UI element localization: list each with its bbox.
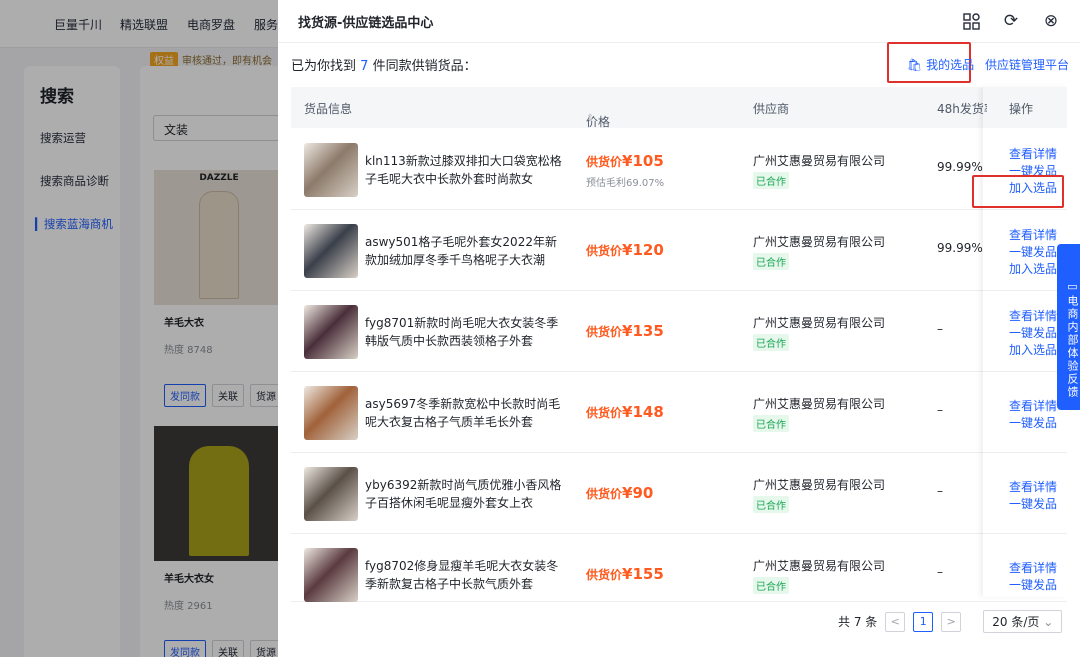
supply-price: 供货价¥135 bbox=[586, 322, 664, 340]
supply-price: 供货价¥90 bbox=[586, 484, 654, 502]
table-row: fyg8701新款时尚毛呢大衣女装冬季韩版气质中长款西装领格子外套 供货价¥13… bbox=[291, 291, 1067, 372]
apps-icon[interactable] bbox=[960, 10, 982, 32]
supply-price: 供货价¥148 bbox=[586, 403, 664, 421]
table-row: asy5697冬季新款宽松中长款时尚毛呢大衣复古格子气质羊毛长外套 供货价¥14… bbox=[291, 372, 1067, 453]
supply-price: 供货价¥155 bbox=[586, 565, 664, 583]
table-row: kln113新款过膝双排扣大口袋宽松格子毛呢大衣中长款外套时尚款女 供货价¥10… bbox=[291, 129, 1067, 210]
product-name[interactable]: fyg8701新款时尚毛呢大衣女装冬季韩版气质中长款西装领格子外套 bbox=[365, 314, 565, 350]
product-name[interactable]: yby6392新款时尚气质优雅小香风格子百搭休闲毛呢显瘦外套女上衣 bbox=[365, 476, 565, 512]
product-thumbnail[interactable] bbox=[304, 305, 358, 359]
table-row: fyg8702修身显瘦羊毛呢大衣女装冬季新款复古格子中长款气质外套 供货价¥15… bbox=[291, 534, 1067, 602]
status-badge: 已合作 bbox=[753, 577, 789, 594]
table-header: 货品信息 价格 ⇕ 供应商 48h发货率 操作 bbox=[291, 87, 1067, 129]
drawer-toolbar: ⟳ ⊗ bbox=[960, 10, 1062, 32]
supplier-name: 广州艾惠曼贸易有限公司 bbox=[753, 316, 886, 330]
page-button[interactable]: 1 bbox=[913, 611, 934, 632]
table-row: aswy501格子毛呢外套女2022年新款加绒加厚冬季千鸟格呢子大衣潮 供货价¥… bbox=[291, 210, 1067, 291]
feedback-tab[interactable]: ▭电商内部体验反馈 bbox=[1057, 244, 1080, 410]
ship-rate: – bbox=[937, 565, 943, 579]
sticky-ops-column-shadow bbox=[983, 87, 1067, 597]
product-thumbnail[interactable] bbox=[304, 548, 358, 602]
product-name[interactable]: aswy501格子毛呢外套女2022年新款加绒加厚冬季千鸟格呢子大衣潮 bbox=[365, 233, 565, 269]
supplier-name: 广州艾惠曼贸易有限公司 bbox=[753, 154, 886, 168]
table-row: yby6392新款时尚气质优雅小香风格子百搭休闲毛呢显瘦外套女上衣 供货价¥90… bbox=[291, 453, 1067, 534]
status-badge: 已合作 bbox=[753, 253, 789, 270]
status-badge: 已合作 bbox=[753, 172, 789, 189]
ship-rate: – bbox=[937, 322, 943, 336]
status-badge: 已合作 bbox=[753, 334, 789, 351]
status-badge: 已合作 bbox=[753, 496, 789, 513]
prev-page-button[interactable]: < bbox=[885, 611, 906, 632]
supply-price: 供货价¥105 bbox=[586, 152, 664, 170]
supply-price: 供货价¥120 bbox=[586, 241, 664, 259]
col-ship-rate: 48h发货率 bbox=[937, 102, 987, 116]
ship-rate: 99.99% bbox=[937, 160, 983, 174]
status-badge: 已合作 bbox=[753, 415, 789, 432]
col-product: 货品信息 bbox=[304, 102, 353, 116]
product-name[interactable]: fyg8702修身显瘦羊毛呢大衣女装冬季新款复古格子中长款气质外套 bbox=[365, 557, 565, 593]
supplier-name: 广州艾惠曼贸易有限公司 bbox=[753, 397, 886, 411]
supply-drawer: 找货源-供应链选品中心 ⟳ ⊗ 已为你找到 7 件同款供销货品： 🛍 我的选品 … bbox=[278, 0, 1080, 657]
basket-icon: 🛍 bbox=[907, 58, 923, 72]
ship-rate: 99.99% bbox=[937, 241, 983, 255]
supplier-name: 广州艾惠曼贸易有限公司 bbox=[753, 235, 886, 249]
found-count: 7 bbox=[360, 59, 369, 74]
scm-platform-link[interactable]: 供应链管理平台 bbox=[985, 56, 1069, 73]
product-name[interactable]: asy5697冬季新款宽松中长款时尚毛呢大衣复古格子气质羊毛长外套 bbox=[365, 395, 565, 431]
ship-rate: – bbox=[937, 484, 943, 498]
page-size-select[interactable]: 20 条/页 ⌄ bbox=[983, 610, 1063, 633]
col-supplier: 供应商 bbox=[753, 102, 790, 116]
chat-icon: ▭ bbox=[1066, 279, 1079, 295]
pagination: 共 7 条 < 1 > 20 条/页 ⌄ bbox=[838, 610, 1063, 633]
estimated-margin: 预估毛利69.07% bbox=[586, 178, 665, 189]
found-summary: 已为你找到 7 件同款供销货品： bbox=[291, 59, 477, 74]
drawer-title: 找货源-供应链选品中心 bbox=[298, 16, 434, 31]
ship-rate: – bbox=[937, 403, 943, 417]
supplier-name: 广州艾惠曼贸易有限公司 bbox=[753, 478, 886, 492]
product-thumbnail[interactable] bbox=[304, 143, 358, 197]
sort-icon: ⇕ bbox=[586, 113, 595, 124]
total-count: 共 7 条 bbox=[838, 615, 878, 629]
product-thumbnail[interactable] bbox=[304, 467, 358, 521]
highlight-box bbox=[972, 175, 1064, 208]
next-page-button[interactable]: > bbox=[941, 611, 962, 632]
product-name[interactable]: kln113新款过膝双排扣大口袋宽松格子毛呢大衣中长款外套时尚款女 bbox=[365, 152, 565, 188]
my-selection-link[interactable]: 🛍 我的选品 bbox=[907, 56, 974, 73]
close-icon[interactable]: ⊗ bbox=[1040, 10, 1062, 32]
chevron-down-icon: ⌄ bbox=[1043, 615, 1054, 629]
product-thumbnail[interactable] bbox=[304, 224, 358, 278]
product-thumbnail[interactable] bbox=[304, 386, 358, 440]
supplier-name: 广州艾惠曼贸易有限公司 bbox=[753, 559, 886, 573]
refresh-icon[interactable]: ⟳ bbox=[1000, 10, 1022, 32]
